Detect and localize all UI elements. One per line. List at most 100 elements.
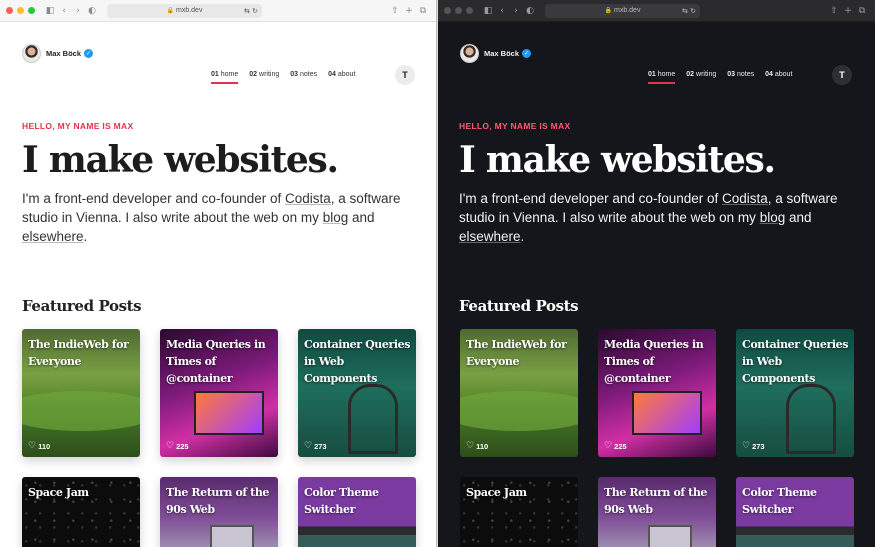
- address-bar[interactable]: 🔒 mxb.dev ⇆ ↻: [545, 3, 700, 18]
- close-window-icon[interactable]: [444, 7, 451, 14]
- post-card[interactable]: Container Queries in Web Components ♡ 273: [736, 329, 854, 457]
- avatar: [460, 44, 479, 63]
- hero-headline: I make websites.: [459, 139, 776, 181]
- heart-icon: ♡: [742, 441, 751, 451]
- back-icon[interactable]: ‹: [57, 6, 71, 16]
- post-card[interactable]: Space Jam: [460, 477, 578, 547]
- sidebar-toggle-icon[interactable]: ◧: [481, 6, 495, 16]
- maximize-window-icon[interactable]: [28, 7, 35, 14]
- reload-icon[interactable]: ⇆ ↻: [244, 7, 258, 15]
- new-tab-icon[interactable]: +: [841, 6, 855, 16]
- post-card[interactable]: The Return of the 90s Web: [160, 477, 278, 547]
- post-card-title: Color Theme Switcher: [742, 486, 817, 516]
- elsewhere-link[interactable]: elsewhere: [459, 229, 521, 244]
- forward-icon[interactable]: ›: [71, 6, 85, 16]
- browser-toolbar: ◧ ‹ › ◐ 🔒 mxb.dev ⇆ ↻ ⇧ + ⧉: [0, 0, 436, 22]
- post-card[interactable]: Color Theme Switcher: [736, 477, 854, 547]
- post-card-title: Media Queries in Times of @container: [166, 338, 266, 385]
- nav-item-home[interactable]: 01 home: [211, 71, 239, 84]
- post-likes: ♡ 273: [742, 441, 765, 451]
- address-bar[interactable]: 🔒 mxb.dev ⇆ ↻: [107, 3, 262, 18]
- nav-item-writing[interactable]: 02 writing: [686, 71, 716, 84]
- site-header: Max Böck ✓ 01 home 02 writing 03 notes 04 a…: [0, 22, 436, 86]
- post-card[interactable]: The IndieWeb for Everyone ♡ 110: [22, 329, 140, 457]
- site-brand-link[interactable]: Max Böck ✓: [460, 44, 532, 63]
- share-icon[interactable]: ⇧: [827, 6, 841, 16]
- blog-link[interactable]: blog: [323, 210, 349, 225]
- back-icon[interactable]: ‹: [495, 6, 509, 16]
- post-card[interactable]: Media Queries in Times of @container ♡ 225: [160, 329, 278, 457]
- codista-link[interactable]: Codista: [285, 191, 331, 206]
- minimize-window-icon[interactable]: [17, 7, 24, 14]
- post-card-title: The IndieWeb for Everyone: [28, 338, 129, 368]
- privacy-shield-icon[interactable]: ◐: [523, 6, 537, 16]
- post-likes: ♡ 225: [604, 441, 627, 451]
- post-card-title: The Return of the 90s Web: [166, 486, 270, 516]
- post-likes: ♡ 273: [304, 441, 327, 451]
- post-card-title: Media Queries in Times of @container: [604, 338, 704, 385]
- post-card-title: Container Queries in Web Components: [304, 338, 411, 385]
- site-brand-link[interactable]: Max Böck ✓: [22, 44, 94, 63]
- nav-item-about[interactable]: 04 about: [328, 71, 355, 84]
- address-bar-url: mxb.dev: [176, 7, 203, 14]
- post-likes-count: 225: [176, 441, 189, 451]
- forward-icon[interactable]: ›: [509, 6, 523, 16]
- nav-item-writing[interactable]: 02 writing: [249, 71, 279, 84]
- nav-item-notes[interactable]: 03 notes: [290, 71, 317, 84]
- post-card[interactable]: Color Theme Switcher: [298, 477, 416, 547]
- site-author-name: Max Böck: [46, 49, 82, 58]
- post-card[interactable]: Container Queries in Web Components ♡ 273: [298, 329, 416, 457]
- privacy-shield-icon[interactable]: ◐: [85, 6, 99, 16]
- post-card[interactable]: Space Jam: [22, 477, 140, 547]
- featured-posts-heading: Featured Posts: [459, 297, 579, 315]
- maximize-window-icon[interactable]: [466, 7, 473, 14]
- heart-icon: ♡: [166, 441, 175, 451]
- site-header: Max Böck ✓ 01 home 02 writing 03 notes 04 a…: [438, 22, 875, 86]
- heart-icon: ♡: [304, 441, 313, 451]
- verified-badge-icon: ✓: [84, 49, 94, 58]
- verified-badge-icon: ✓: [522, 49, 532, 58]
- browser-window-light: ◧ ‹ › ◐ 🔒 mxb.dev ⇆ ↻ ⇧ + ⧉ Max Böck ✓ 0…: [0, 0, 437, 547]
- codista-link[interactable]: Codista: [722, 191, 768, 206]
- lock-icon: 🔒: [166, 8, 174, 14]
- theme-toggle-button[interactable]: T: [832, 65, 852, 85]
- post-card[interactable]: The Return of the 90s Web: [598, 477, 716, 547]
- close-window-icon[interactable]: [6, 7, 13, 14]
- post-card[interactable]: Media Queries in Times of @container ♡ 225: [598, 329, 716, 457]
- hero: HELLO, MY NAME IS MAX I make websites. I…: [459, 121, 859, 246]
- avatar: [22, 44, 41, 63]
- featured-posts-heading: Featured Posts: [22, 297, 142, 315]
- tab-overview-icon[interactable]: ⧉: [416, 6, 430, 16]
- minimize-window-icon[interactable]: [455, 7, 462, 14]
- blog-link[interactable]: blog: [760, 210, 786, 225]
- post-likes: ♡ 225: [166, 441, 189, 451]
- elsewhere-link[interactable]: elsewhere: [22, 229, 84, 244]
- lock-icon: 🔒: [604, 8, 612, 14]
- main-nav: 01 home 02 writing 03 notes 04 about: [211, 71, 366, 84]
- new-tab-icon[interactable]: +: [402, 6, 416, 16]
- share-icon[interactable]: ⇧: [388, 6, 402, 16]
- traffic-lights[interactable]: [444, 7, 473, 14]
- browser-toolbar: ◧ ‹ › ◐ 🔒 mxb.dev ⇆ ↻ ⇧ + ⧉: [438, 0, 875, 22]
- main-nav: 01 home 02 writing 03 notes 04 about: [648, 71, 803, 84]
- traffic-lights[interactable]: [6, 7, 35, 14]
- sidebar-toggle-icon[interactable]: ◧: [43, 6, 57, 16]
- nav-item-about[interactable]: 04 about: [765, 71, 792, 84]
- nav-item-home[interactable]: 01 home: [648, 71, 676, 84]
- nav-item-notes[interactable]: 03 notes: [727, 71, 754, 84]
- reload-icon[interactable]: ⇆ ↻: [682, 7, 696, 15]
- browser-window-dark: ◧ ‹ › ◐ 🔒 mxb.dev ⇆ ↻ ⇧ + ⧉ Max Böck ✓ 0…: [438, 0, 875, 547]
- hero-intro: I'm a front-end developer and co-founder…: [459, 191, 838, 244]
- post-likes: ♡ 110: [28, 441, 50, 451]
- address-bar-url: mxb.dev: [614, 7, 641, 14]
- post-card-title: Container Queries in Web Components: [742, 338, 849, 385]
- hero-eyebrow: HELLO, MY NAME IS MAX: [22, 121, 134, 131]
- post-likes-count: 273: [752, 441, 765, 451]
- tab-overview-icon[interactable]: ⧉: [855, 6, 869, 16]
- post-card[interactable]: The IndieWeb for Everyone ♡ 110: [460, 329, 578, 457]
- hero-intro: I'm a front-end developer and co-founder…: [22, 191, 401, 244]
- post-card-title: The IndieWeb for Everyone: [466, 338, 567, 368]
- heart-icon: ♡: [28, 441, 37, 451]
- theme-toggle-button[interactable]: T: [395, 65, 415, 85]
- post-likes-count: 273: [314, 441, 327, 451]
